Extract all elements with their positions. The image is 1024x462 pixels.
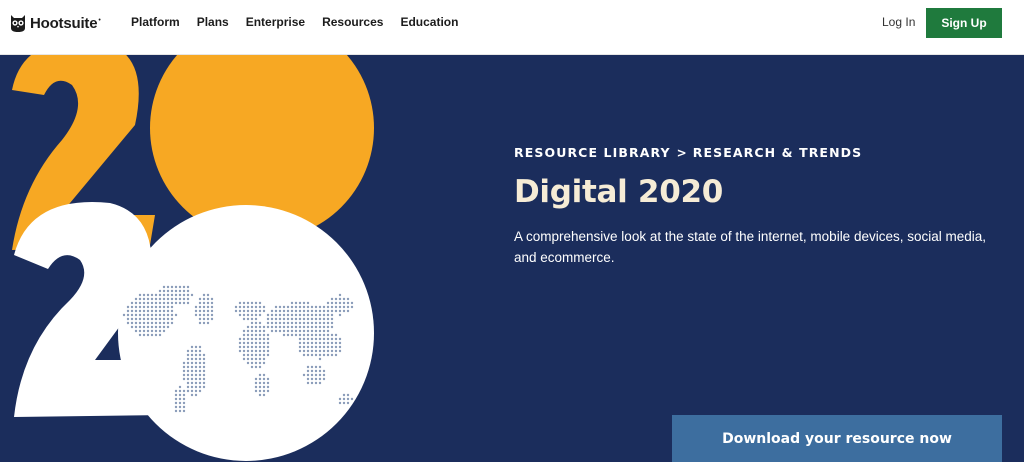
hero-content: RESOURCE LIBRARY > RESEARCH & TRENDS Dig… — [514, 145, 1004, 268]
nav-item-plans[interactable]: Plans — [197, 15, 229, 29]
nav-item-resources[interactable]: Resources — [322, 15, 383, 29]
nav-item-enterprise[interactable]: Enterprise — [246, 15, 305, 29]
breadcrumb-research-trends[interactable]: RESEARCH & TRENDS — [693, 145, 862, 160]
breadcrumb-separator-icon: > — [676, 145, 687, 160]
signup-button[interactable]: Sign Up — [926, 8, 1002, 38]
brand-name: Hootsuite — [30, 14, 98, 32]
hero-banner: RESOURCE LIBRARY > RESEARCH & TRENDS Dig… — [0, 55, 1024, 462]
breadcrumb: RESOURCE LIBRARY > RESEARCH & TRENDS — [514, 145, 1004, 160]
nav-item-platform[interactable]: Platform — [131, 15, 180, 29]
download-resource-button[interactable]: Download your resource now — [672, 415, 1002, 462]
hootsuite-logo[interactable]: Hootsuite • — [10, 12, 101, 34]
top-navigation: Hootsuite • Platform Plans Enterprise Re… — [0, 0, 1024, 55]
main-menu: Platform Plans Enterprise Resources Educ… — [131, 15, 458, 29]
trademark-mark: • — [98, 16, 101, 24]
login-link[interactable]: Log In — [882, 15, 915, 29]
owl-icon — [11, 15, 25, 32]
digital-2020-artwork — [12, 55, 374, 461]
page-description: A comprehensive look at the state of the… — [514, 229, 987, 265]
breadcrumb-resource-library[interactable]: RESOURCE LIBRARY — [514, 145, 671, 160]
page-title: Digital 2020 — [514, 174, 724, 210]
nav-item-education[interactable]: Education — [400, 15, 458, 29]
